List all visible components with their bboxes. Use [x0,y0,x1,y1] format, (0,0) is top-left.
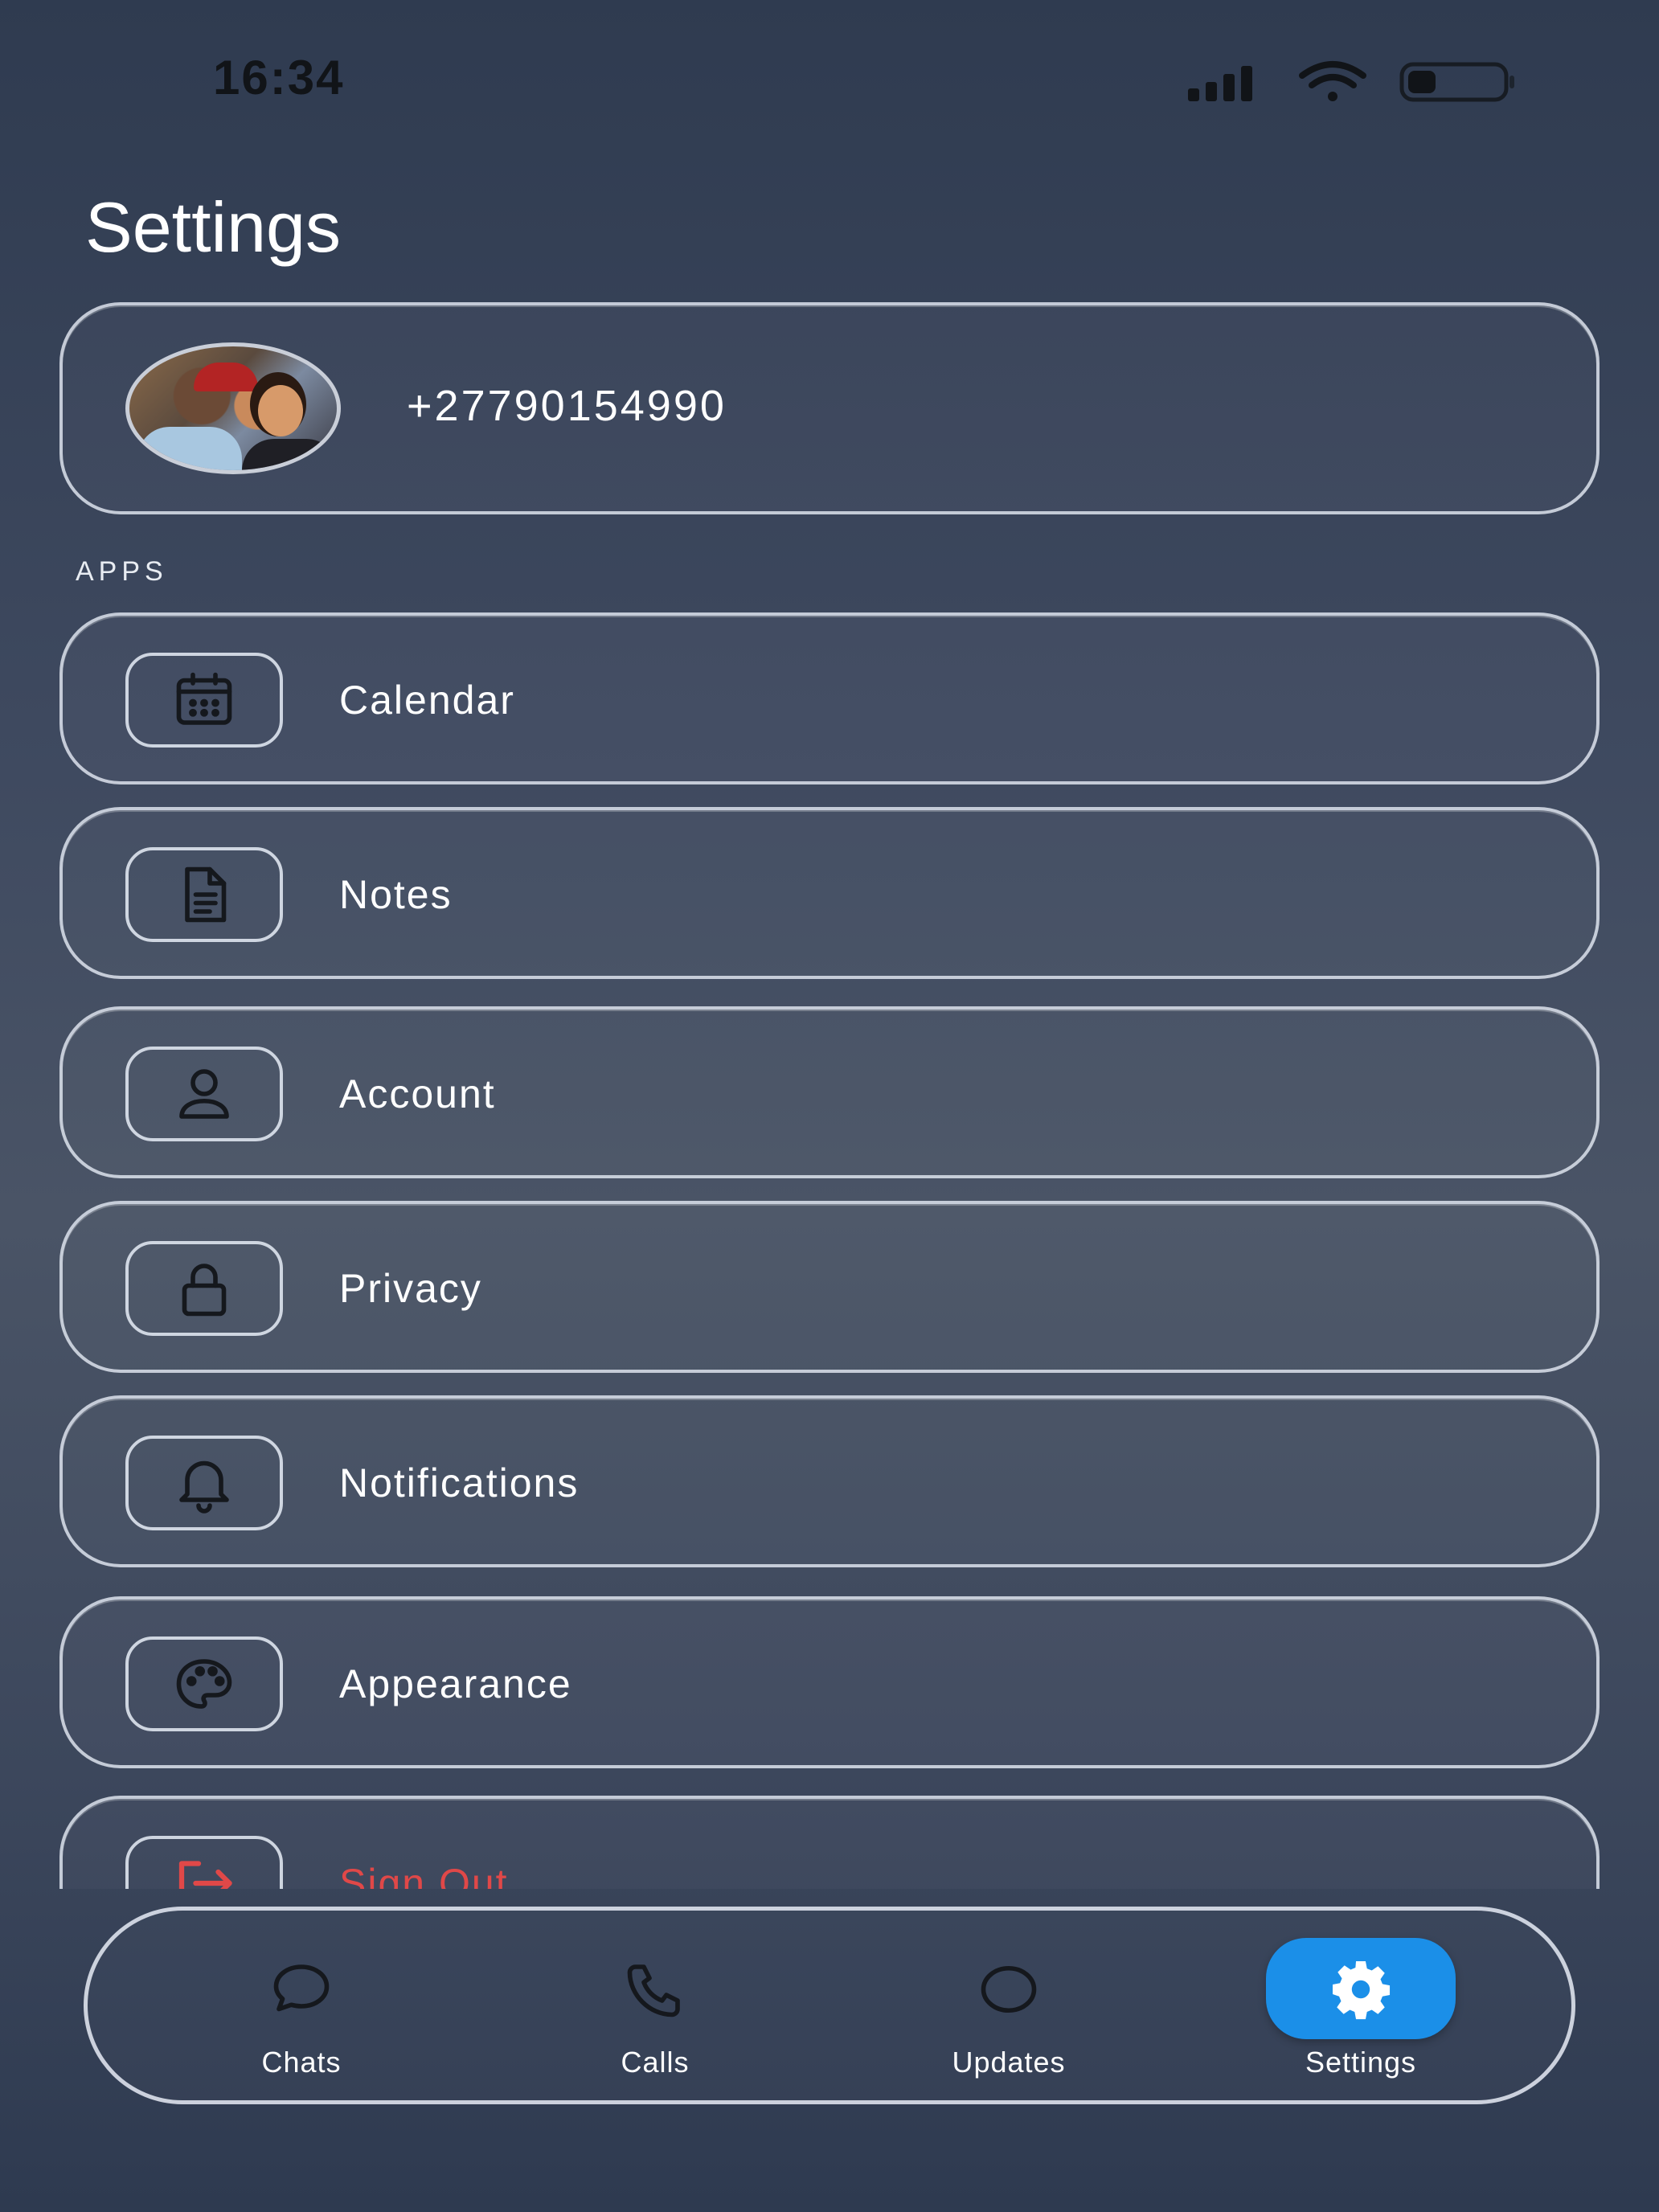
settings-list[interactable]: Calendar Notes Account Privacy Notificat… [0,0,1659,1889]
sign-out-icon [125,1836,283,1889]
tab-label: Calls [621,2046,690,2079]
settings-item-privacy[interactable]: Privacy [59,1201,1600,1373]
tab-label: Settings [1305,2046,1417,2079]
settings-item-notes[interactable]: Notes [59,807,1600,979]
tab-label: Updates [952,2046,1066,2079]
tab-calls[interactable]: Calls [535,1911,776,2100]
settings-item-appearance[interactable]: Appearance [59,1596,1600,1768]
palette-icon [125,1636,283,1731]
settings-item-label: Sign Out [339,1861,509,1889]
chat-bubble-icon [181,1956,422,2020]
tab-bar: Chats Calls Updates Settings [84,1907,1575,2104]
tab-label: Chats [261,2046,342,2079]
bell-icon [125,1436,283,1530]
gear-icon [1240,1956,1481,2020]
tab-settings[interactable]: Settings [1240,1911,1481,2100]
settings-item-calendar[interactable]: Calendar [59,612,1600,784]
settings-item-label: Account [339,1071,496,1116]
settings-item-label: Appearance [339,1661,572,1706]
phone-icon [535,1956,776,2020]
circle-icon [888,1956,1129,2020]
settings-item-label: Notifications [339,1460,580,1505]
settings-item-notifications[interactable]: Notifications [59,1395,1600,1567]
settings-item-label: Privacy [339,1266,482,1311]
lock-icon [125,1241,283,1336]
settings-item-label: Calendar [339,678,515,723]
tab-chats[interactable]: Chats [181,1911,422,2100]
settings-item-label: Notes [339,872,453,917]
tab-updates[interactable]: Updates [888,1911,1129,2100]
document-icon [125,847,283,942]
calendar-icon [125,653,283,748]
user-icon [125,1047,283,1141]
settings-item-account[interactable]: Account [59,1006,1600,1178]
settings-item-sign-out[interactable]: Sign Out [59,1796,1600,1889]
